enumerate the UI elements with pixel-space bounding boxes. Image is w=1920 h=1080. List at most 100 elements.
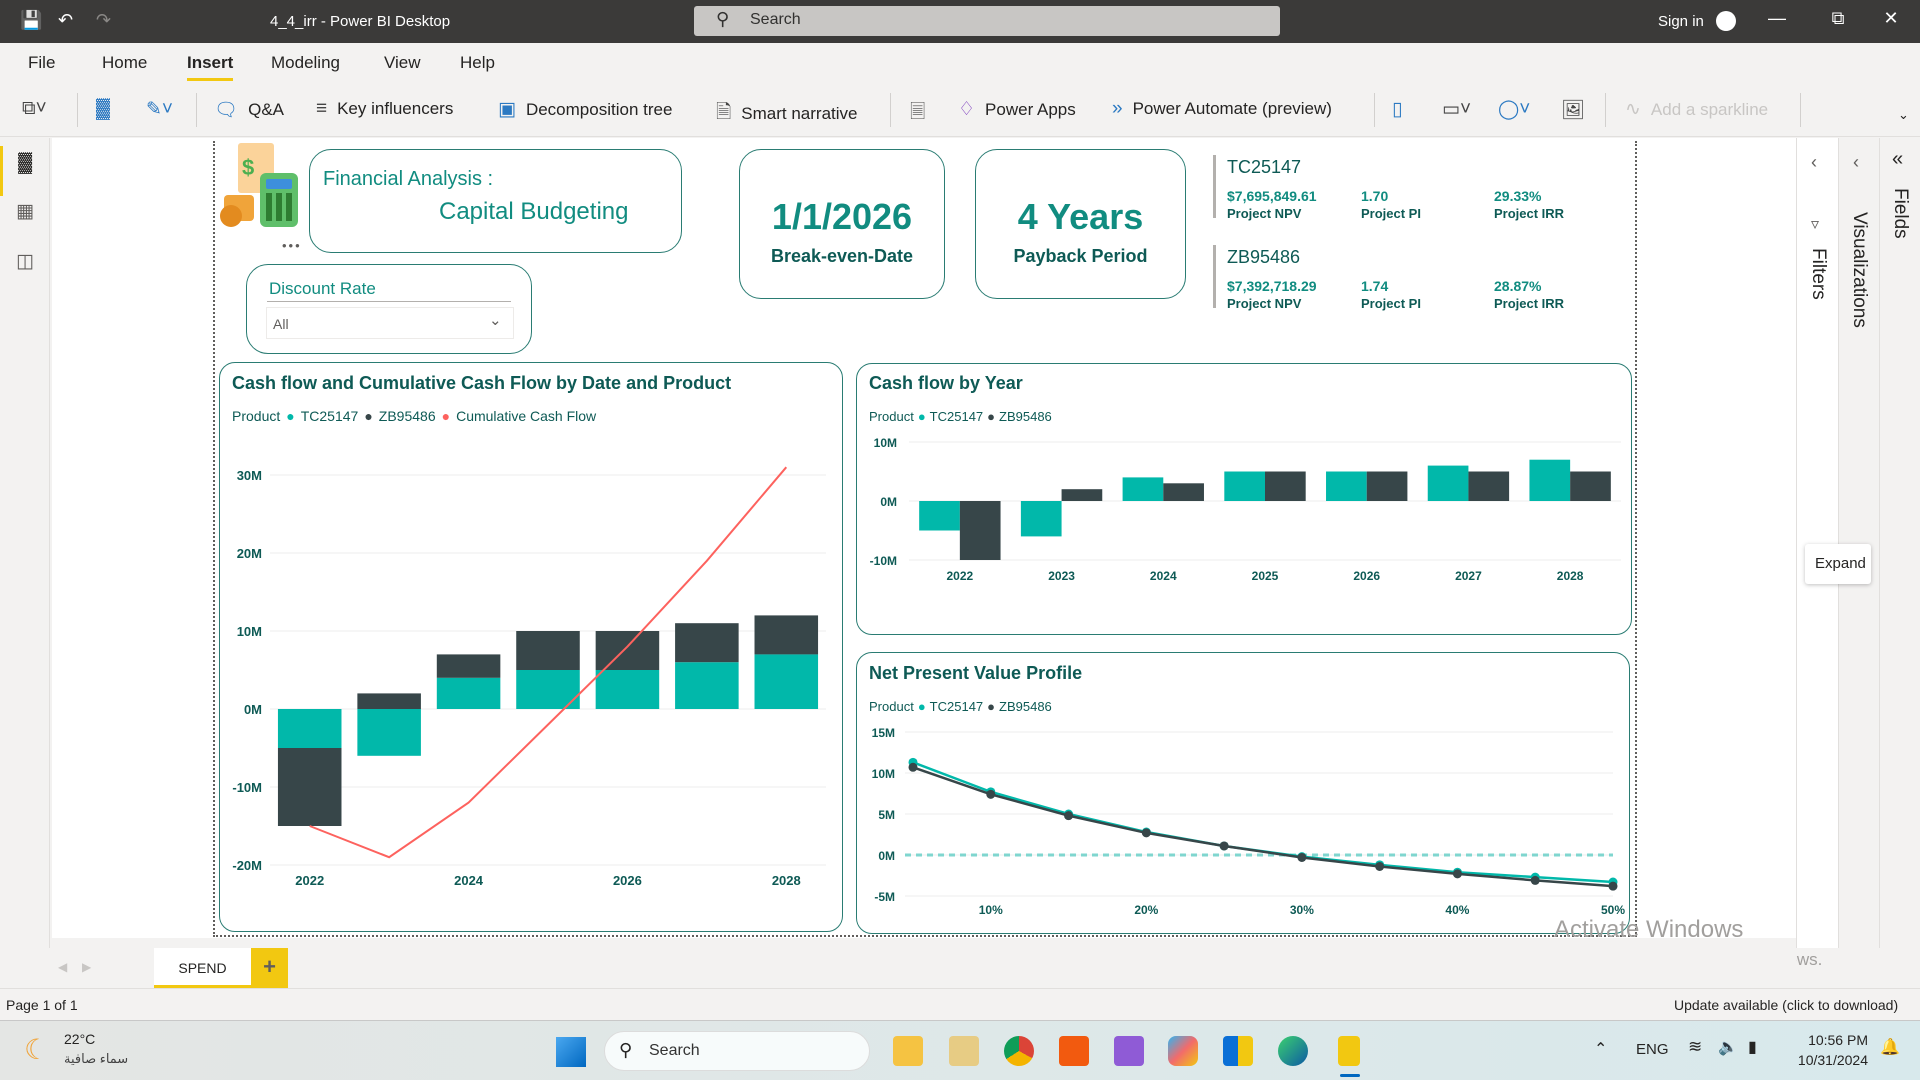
slicer-value: All [273, 316, 289, 332]
shapes-button[interactable]: ◯˅ [1498, 98, 1530, 121]
restore-button[interactable]: ⧉ [1823, 8, 1853, 29]
update-link[interactable]: Update available (click to download) [1674, 997, 1898, 1013]
npv-point-zb95486 [1141, 828, 1151, 838]
menu-modeling[interactable]: Modeling [271, 53, 340, 73]
new-page-button[interactable]: ⧉˅ [22, 98, 47, 120]
report-view-icon[interactable]: ▓ [12, 152, 38, 178]
table-view-icon[interactable]: ▦ [12, 200, 38, 226]
project-pi: 1.70 [1361, 188, 1389, 204]
power-bi-icon[interactable] [1223, 1036, 1253, 1066]
npv-point-zb95486 [1375, 861, 1385, 871]
npv-profile-chart[interactable]: Net Present Value Profile Product ● TC251… [856, 652, 1630, 934]
save-icon[interactable]: 💾 [20, 10, 42, 31]
chevron-up-icon[interactable]: ⌃ [1594, 1039, 1607, 1059]
decomposition-tree-button[interactable]: ▣ Decomposition tree [498, 98, 672, 121]
buttons-button[interactable]: ▭˅ [1442, 98, 1471, 121]
project-npv: $7,392,718.29 [1227, 278, 1317, 294]
moon-weather-icon[interactable]: ☾ [24, 1033, 49, 1066]
bar-zb95486 [357, 693, 421, 709]
filters-pane[interactable]: ‹ ▿ Filters [1796, 138, 1838, 948]
double-chevron-left-icon[interactable]: « [1892, 148, 1903, 171]
x-tick-label: 2028 [772, 873, 801, 888]
x-tick-label: 2025 [1252, 569, 1279, 583]
project-irr: 28.87% [1494, 278, 1542, 294]
search-input[interactable]: ⚲ Search [694, 6, 1280, 36]
redo-icon[interactable]: ↷ [96, 10, 111, 31]
app-icon[interactable] [1059, 1036, 1089, 1066]
sign-in-button[interactable]: Sign in [1658, 13, 1704, 30]
next-page-icon[interactable]: ▶ [82, 960, 91, 974]
wifi-icon[interactable]: ≋ [1688, 1037, 1702, 1057]
copilot-icon[interactable] [1168, 1036, 1198, 1066]
more-options-icon[interactable]: ••• [282, 238, 302, 253]
undo-icon[interactable]: ↶ [58, 10, 73, 31]
divider [196, 93, 197, 127]
cashflow-by-year-chart[interactable]: Cash flow by Year Product ● TC25147 ● ZB95… [856, 363, 1632, 635]
y-tick-label: -10M [870, 554, 897, 568]
snipping-tool-icon[interactable] [949, 1036, 979, 1066]
power-automate-button[interactable]: » Power Automate (preview) [1112, 98, 1332, 120]
divider [77, 93, 78, 127]
x-tick-label: 2028 [1557, 569, 1584, 583]
visualizations-label[interactable]: Visualizations [1848, 212, 1870, 328]
file-explorer-icon[interactable] [893, 1036, 923, 1066]
power-apps-button[interactable]: ♢ Power Apps [958, 98, 1076, 121]
slicer-dropdown[interactable]: All ⌄ [266, 307, 514, 339]
visual-studio-icon[interactable] [1114, 1036, 1144, 1066]
minimize-button[interactable]: — [1762, 8, 1792, 29]
menu-insert[interactable]: Insert [187, 53, 234, 81]
clock-date[interactable]: 10/31/2024 [1788, 1052, 1868, 1068]
edge-icon[interactable] [1278, 1036, 1308, 1066]
text-box-button[interactable]: ▯ [1392, 98, 1402, 121]
chevron-left-icon[interactable]: ‹ [1853, 152, 1859, 173]
filters-label[interactable]: Filters [1807, 248, 1829, 300]
power-bi-active-icon[interactable] [1338, 1036, 1360, 1066]
qa-button[interactable]: 🗨 Q&A [214, 98, 284, 122]
collapse-ribbon-button[interactable]: ⌄ [1898, 107, 1909, 123]
bar-zb95486 [516, 631, 580, 670]
decomposition-tree-icon: ▣ [498, 99, 516, 120]
clock-time[interactable]: 10:56 PM [1806, 1032, 1868, 1048]
new-visual-button[interactable]: ▓ [96, 98, 110, 120]
x-tick-label: 30% [1290, 903, 1314, 917]
npv-point-zb95486 [1608, 881, 1618, 891]
key-influencers-button[interactable]: ≡ Key influencers [316, 98, 453, 120]
add-sparkline-button[interactable]: ∿ Add a sparkline [1625, 98, 1768, 121]
model-view-icon[interactable]: ◫ [12, 250, 38, 276]
add-page-button[interactable]: + [251, 948, 288, 988]
weather-text[interactable]: سماء صافية [64, 1051, 128, 1067]
bar-tc25147 [595, 670, 660, 709]
cashflow-cumulative-chart[interactable]: Cash flow and Cumulative Cash Flow by Da… [219, 362, 843, 932]
key-influencers-label: Key influencers [337, 99, 454, 118]
avatar[interactable] [1716, 11, 1736, 31]
bar-zb95486 [1265, 471, 1306, 501]
project-name: ZB95486 [1227, 247, 1301, 267]
fields-pane[interactable]: « Fields [1879, 138, 1920, 948]
language-indicator[interactable]: ENG [1636, 1041, 1669, 1058]
menu-home[interactable]: Home [102, 53, 147, 73]
tab-spend[interactable]: SPEND [154, 948, 251, 988]
speech-bubble-icon: 🗨 [214, 100, 239, 121]
smart-narrative-button[interactable]: 🗎 Smart narrative [716, 98, 857, 130]
menu-view[interactable]: View [384, 53, 421, 73]
chevron-left-icon[interactable]: ‹ [1811, 152, 1817, 173]
menu-help[interactable]: Help [460, 53, 495, 73]
battery-icon[interactable]: ▮ [1748, 1037, 1757, 1057]
decomposition-tree-label: Decomposition tree [525, 99, 673, 119]
more-visuals-button[interactable]: ✎˅ [146, 98, 173, 121]
notification-bell-icon[interactable]: 🔔 [1880, 1037, 1900, 1057]
windows-start-icon[interactable] [556, 1037, 586, 1067]
paginated-report-button[interactable]: 🗏 [910, 98, 925, 130]
menu-file[interactable]: File [28, 53, 55, 73]
temperature[interactable]: 22°C [64, 1031, 95, 1047]
visualizations-pane[interactable]: ‹ Visualizations [1838, 138, 1879, 948]
y-tick-label: 10M [872, 767, 895, 781]
volume-icon[interactable]: 🔈 [1718, 1037, 1738, 1057]
npv-label: Project NPV [1227, 206, 1302, 221]
taskbar-search[interactable]: ⚲ Search [604, 1031, 870, 1071]
prev-page-icon[interactable]: ◀ [58, 960, 67, 974]
image-button[interactable]: 🖼 [1561, 98, 1585, 122]
close-button[interactable]: ✕ [1876, 8, 1906, 29]
chrome-icon[interactable] [1004, 1036, 1034, 1066]
fields-label[interactable]: Fields [1889, 188, 1911, 239]
